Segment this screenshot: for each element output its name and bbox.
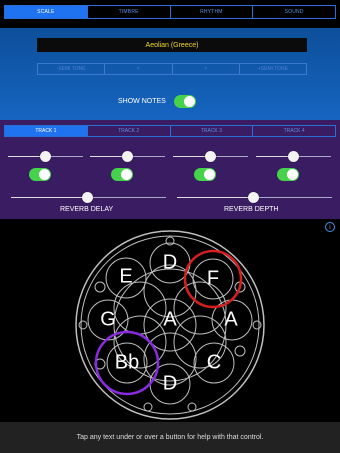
info-icon[interactable]: i [325,222,335,232]
track-slider-2[interactable] [90,151,165,163]
note-g[interactable]: G [100,309,116,332]
reverb-depth-slider[interactable] [177,192,332,204]
show-notes-toggle[interactable] [173,95,196,108]
note-e[interactable]: E [119,266,132,289]
note-d-bottom[interactable]: D [163,373,177,396]
tab-timbre[interactable]: TIMBRE [88,6,171,18]
semitone-up-button[interactable]: +SEMI TONE [240,64,306,74]
track-slider-3[interactable] [173,151,248,163]
track-toggle-4[interactable] [277,168,299,181]
note-a-center[interactable]: A [163,309,176,332]
main-tabs: SCALE TIMBRE RHYTHM SOUND [4,5,336,19]
track-slider-1[interactable] [8,151,83,163]
tab-scale[interactable]: SCALE [5,6,88,18]
note-f[interactable]: F [207,268,219,291]
tab-track-2[interactable]: TRACK 2 [88,126,171,136]
show-notes-row: SHOW NOTES [118,95,196,108]
tab-track-4[interactable]: TRACK 4 [253,126,335,136]
reverb-delay-label: REVERB DELAY [60,206,114,213]
scale-next-button[interactable]: > [173,64,240,74]
track-toggle-3[interactable] [194,168,216,181]
tab-track-3[interactable]: TRACK 3 [171,126,254,136]
help-bar: Tap any text under or over a button for … [0,422,340,453]
track-tabs: TRACK 1 TRACK 2 TRACK 3 TRACK 4 [4,125,336,137]
note-d-top[interactable]: D [163,252,177,275]
track-slider-4[interactable] [256,151,331,163]
tab-rhythm[interactable]: RHYTHM [171,6,254,18]
reverb-depth-label: REVERB DEPTH [224,206,279,213]
scale-prev-button[interactable]: < [105,64,173,74]
track-toggle-1[interactable] [29,168,51,181]
note-c[interactable]: C [207,352,221,375]
semitone-controls: -SEMI TONE < > +SEMI TONE [37,63,307,75]
tab-track-1[interactable]: TRACK 1 [5,126,88,136]
scale-selector[interactable]: Aeolian (Greece) [37,38,307,52]
tab-sound[interactable]: SOUND [253,6,335,18]
track-toggle-2[interactable] [111,168,133,181]
note-bb[interactable]: Bb [115,352,139,375]
reverb-delay-slider[interactable] [11,192,166,204]
show-notes-label: SHOW NOTES [118,98,166,105]
note-a-right[interactable]: A [224,309,237,332]
semitone-down-button[interactable]: -SEMI TONE [38,64,106,74]
